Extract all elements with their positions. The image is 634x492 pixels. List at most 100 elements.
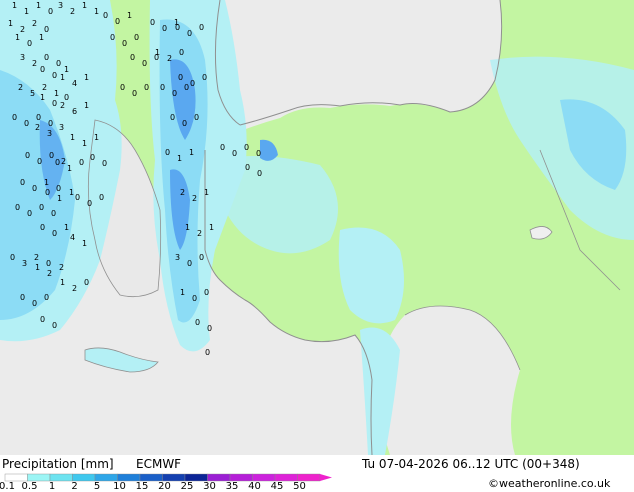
valid-time: Tu 07-04-2026 06..12 UTC (00+348) [362,457,580,471]
precip-value-label: 0 [56,59,61,68]
legend-tick-label: 15 [135,481,149,492]
precip-value-label: 2 [32,59,37,68]
precip-value-label: 2 [167,54,172,63]
legend-tick-label: 50 [293,481,306,492]
legend-arrow [320,474,332,481]
precip-value-label: 2 [42,83,47,92]
precip-value-label: 0 [52,321,57,330]
legend-swatch [94,473,118,482]
precip-value-label: 0 [244,143,249,152]
precip-value-label: 1 [35,263,40,272]
precip-value-label: 0 [99,193,104,202]
precipitation-map: 1110321100112201013200001141252110026100… [0,0,634,455]
precip-value-label: 0 [52,229,57,238]
precip-value-label: 0 [48,7,53,16]
precip-value-label: 0 [24,119,29,128]
precip-value-label: 1 [82,239,87,248]
precip-value-label: 3 [58,1,63,10]
precip-value-label: 1 [127,11,132,20]
precip-value-label: 0 [187,259,192,268]
precip-value-label: 0 [194,113,199,122]
precip-value-label: 0 [162,24,167,33]
precip-value-label: 1 [155,48,160,57]
precip-value-label: 0 [103,11,108,20]
precip-value-label: 1 [12,1,17,10]
precip-value-label: 0 [75,193,80,202]
legend-tick-label: 25 [180,481,194,492]
precip-value-label: 0 [32,184,37,193]
legend-tick-label: 0.1 [0,481,15,492]
legend-tick-label: 10 [113,481,126,492]
precip-value-label: 6 [72,107,77,116]
precip-value-label: 0 [20,178,25,187]
precip-value-label: 0 [44,53,49,62]
precip-value-label: 0 [55,158,60,167]
precip-value-label: 0 [110,33,115,42]
title-text: Precipitation [mm] [2,457,114,471]
precip-value-label: 0 [142,59,147,68]
precip-value-label: 0 [120,83,125,92]
legend-swatch [297,473,321,482]
precip-value-label: 1 [44,178,49,187]
precip-value-label: 0 [184,83,189,92]
precip-value-label: 0 [20,293,25,302]
precip-value-label: 0 [187,29,192,38]
precip-value-label: 1 [204,188,209,197]
legend-swatch [72,473,96,482]
precip-value-label: 2 [60,101,65,110]
precip-value-label: 1 [40,93,45,102]
precip-value-label: 1 [8,19,13,28]
legend-tick-label: 45 [270,481,284,492]
precip-value-label: 0 [40,223,45,232]
precip-value-label: 0 [172,89,177,98]
precip-value-label: 0 [256,149,261,158]
precip-value-label: 2 [197,229,202,238]
legend-swatch [27,473,51,482]
legend-tick-label: 35 [225,481,239,492]
precip-value-label: 1 [60,278,65,287]
precip-value-label: 1 [54,89,59,98]
precip-value-label: 1 [177,154,182,163]
precip-value-label: 1 [82,1,87,10]
precip-value-label: 0 [52,99,57,108]
precip-value-label: 2 [61,157,66,166]
precip-value-label: 3 [20,53,25,62]
precip-value-label: 0 [102,159,107,168]
precip-value-label: 2 [70,7,75,16]
precip-value-label: 0 [46,259,51,268]
precip-value-label: 0 [27,209,32,218]
precip-value-label: 3 [22,259,27,268]
precip-value-label: 0 [199,23,204,32]
precip-value-label: 0 [170,113,175,122]
legend-tick-label: 0.5 [21,481,38,492]
precip-value-label: 0 [56,184,61,193]
precip-value-label: 0 [195,318,200,327]
precip-value-label: 1 [24,7,29,16]
precip-value-label: 0 [36,113,41,122]
precip-value-label: 1 [84,101,89,110]
precip-value-label: 1 [39,33,44,42]
precip-value-label: 3 [59,123,64,132]
precip-value-label: 0 [90,153,95,162]
precip-value-label: 0 [144,83,149,92]
precip-value-label: 0 [79,158,84,167]
precip-value-label: 2 [32,19,37,28]
precip-value-label: 0 [10,253,15,262]
legend-swatch [184,473,208,482]
precip-value-label: 2 [72,284,77,293]
precip-value-label: 0 [44,25,49,34]
precip-value-label: 0 [25,151,30,160]
legend-swatch [274,473,298,482]
precip-value-label: 0 [178,73,183,82]
precip-value-label: 0 [190,79,195,88]
precip-value-label: 0 [192,294,197,303]
precip-value-label: 1 [64,223,69,232]
precip-value-label: 1 [60,73,65,82]
precip-value-label: 2 [47,269,52,278]
precip-value-label: 0 [44,293,49,302]
precip-value-label: 0 [37,157,42,166]
legend-tick-label: 20 [158,481,171,492]
legend-swatch [49,473,73,482]
precip-value-label: 1 [15,33,20,42]
precip-value-label: 0 [160,83,165,92]
